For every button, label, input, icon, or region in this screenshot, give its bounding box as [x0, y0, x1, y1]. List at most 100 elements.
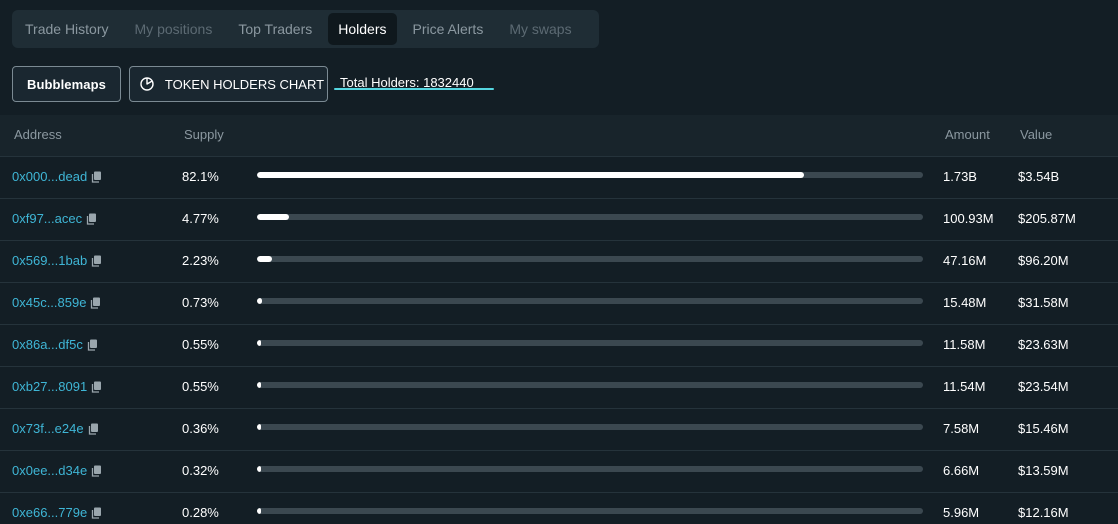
holder-amount: 1.73B	[943, 169, 977, 184]
table-row: 0x000...dead 82.1% 1.73B $3.54B	[0, 157, 1118, 199]
holder-amount: 6.66M	[943, 463, 980, 478]
header-supply: Supply	[184, 127, 224, 142]
table-row: 0x45c...859e 0.73% 15.48M $31.58M	[0, 283, 1118, 325]
tab-holders[interactable]: Holders	[328, 13, 397, 45]
tab-bar: Trade History My positions Top Traders H…	[12, 10, 599, 48]
supply-bar	[257, 172, 923, 178]
copy-icon[interactable]	[90, 297, 101, 309]
holder-value: $23.63M	[1018, 337, 1069, 352]
header-address: Address	[14, 127, 62, 142]
supply-bar	[257, 256, 923, 262]
supply-bar	[257, 298, 923, 304]
tab-price-alerts[interactable]: Price Alerts	[403, 13, 494, 45]
supply-bar-fill	[257, 214, 289, 220]
supply-percent: 0.32%	[182, 463, 219, 478]
holder-address-link[interactable]: 0x569...1bab	[12, 253, 102, 268]
tab-trade-history[interactable]: Trade History	[15, 13, 119, 45]
copy-icon[interactable]	[91, 171, 102, 183]
holder-value: $13.59M	[1018, 463, 1069, 478]
holder-address-link[interactable]: 0x000...dead	[12, 169, 102, 184]
table-row: 0x86a...df5c 0.55% 11.58M $23.63M	[0, 325, 1118, 367]
copy-icon[interactable]	[91, 381, 102, 393]
supply-bar	[257, 424, 923, 430]
holder-address-link[interactable]: 0xf97...acec	[12, 211, 97, 226]
supply-percent: 0.55%	[182, 337, 219, 352]
supply-bar	[257, 466, 923, 472]
supply-bar-fill	[257, 298, 262, 304]
holder-value: $96.20M	[1018, 253, 1069, 268]
supply-percent: 4.77%	[182, 211, 219, 226]
holder-amount: 11.54M	[943, 379, 986, 394]
holder-value: $205.87M	[1018, 211, 1076, 226]
holder-value: $31.58M	[1018, 295, 1069, 310]
holder-address[interactable]: 0x45c...859e	[12, 295, 86, 310]
holder-address-link[interactable]: 0x73f...e24e	[12, 421, 99, 436]
supply-bar-fill	[257, 424, 261, 430]
holder-value: $3.54B	[1018, 169, 1060, 184]
copy-icon[interactable]	[91, 465, 102, 477]
supply-bar	[257, 340, 923, 346]
supply-bar	[257, 508, 923, 514]
supply-bar	[257, 214, 923, 220]
copy-icon[interactable]	[91, 255, 102, 267]
supply-bar-fill	[257, 340, 261, 346]
holder-address-link[interactable]: 0x0ee...d34e	[12, 463, 102, 478]
token-holders-chart-button[interactable]: TOKEN HOLDERS CHART	[129, 66, 328, 102]
supply-percent: 0.55%	[182, 379, 219, 394]
holder-address-link[interactable]: 0x86a...df5c	[12, 337, 98, 352]
header-amount: Amount	[945, 127, 990, 142]
copy-icon[interactable]	[91, 507, 102, 519]
supply-percent: 0.28%	[182, 505, 219, 520]
table-row: 0x73f...e24e 0.36% 7.58M $15.46M	[0, 409, 1118, 451]
holder-address[interactable]: 0x73f...e24e	[12, 421, 84, 436]
supply-bar	[257, 382, 923, 388]
supply-bar-fill	[257, 508, 261, 514]
holder-address-link[interactable]: 0xb27...8091	[12, 379, 102, 394]
bubblemaps-button[interactable]: Bubblemaps	[12, 66, 121, 102]
holder-amount: 15.48M	[943, 295, 987, 310]
holder-amount: 100.93M	[943, 211, 994, 226]
holder-address[interactable]: 0xb27...8091	[12, 379, 87, 394]
copy-icon[interactable]	[86, 213, 97, 225]
holder-address-link[interactable]: 0x45c...859e	[12, 295, 101, 310]
holder-value: $15.46M	[1018, 421, 1069, 436]
token-holders-chart-label: TOKEN HOLDERS CHART	[164, 76, 325, 92]
supply-bar-fill	[257, 382, 261, 388]
bubblemaps-label: Bubblemaps	[26, 76, 106, 92]
holder-address-link[interactable]: 0xe66...779e	[12, 505, 102, 520]
holder-address[interactable]: 0x569...1bab	[12, 253, 87, 268]
tab-my-swaps[interactable]: My swaps	[499, 13, 581, 45]
supply-bar-fill	[257, 172, 804, 178]
pie-chart-icon	[139, 76, 155, 92]
copy-icon[interactable]	[87, 339, 98, 351]
supply-percent: 0.73%	[182, 295, 219, 310]
holder-address[interactable]: 0x0ee...d34e	[12, 463, 87, 478]
holder-address[interactable]: 0xe66...779e	[12, 505, 87, 520]
supply-percent: 0.36%	[182, 421, 219, 436]
holder-amount: 47.16M	[943, 253, 987, 268]
holder-value: $12.16M	[1018, 505, 1069, 520]
supply-bar-fill	[257, 256, 272, 262]
table-header: Address Supply Amount Value	[0, 115, 1118, 157]
holder-amount: 5.96M	[943, 505, 980, 520]
holder-address[interactable]: 0x000...dead	[12, 169, 87, 184]
table-row: 0xe66...779e 0.28% 5.96M $12.16M	[0, 493, 1118, 524]
copy-icon[interactable]	[88, 423, 99, 435]
tab-my-positions[interactable]: My positions	[125, 13, 223, 45]
total-holders-underline	[334, 88, 494, 90]
table-row: 0xf97...acec 4.77% 100.93M $205.87M	[0, 199, 1118, 241]
holder-amount: 11.58M	[943, 337, 986, 352]
holder-address[interactable]: 0x86a...df5c	[12, 337, 83, 352]
tab-top-traders[interactable]: Top Traders	[228, 13, 322, 45]
holder-amount: 7.58M	[943, 421, 980, 436]
holders-table-body: 0x000...dead 82.1% 1.73B $3.54B 0xf97...…	[0, 157, 1118, 524]
table-row: 0x569...1bab 2.23% 47.16M $96.20M	[0, 241, 1118, 283]
supply-percent: 2.23%	[182, 253, 219, 268]
table-row: 0xb27...8091 0.55% 11.54M $23.54M	[0, 367, 1118, 409]
holders-panel: Trade History My positions Top Traders H…	[0, 0, 1118, 524]
holder-value: $23.54M	[1018, 379, 1069, 394]
table-row: 0x0ee...d34e 0.32% 6.66M $13.59M	[0, 451, 1118, 493]
header-value: Value	[1020, 127, 1053, 142]
supply-bar-fill	[257, 466, 261, 472]
holder-address[interactable]: 0xf97...acec	[12, 211, 82, 226]
